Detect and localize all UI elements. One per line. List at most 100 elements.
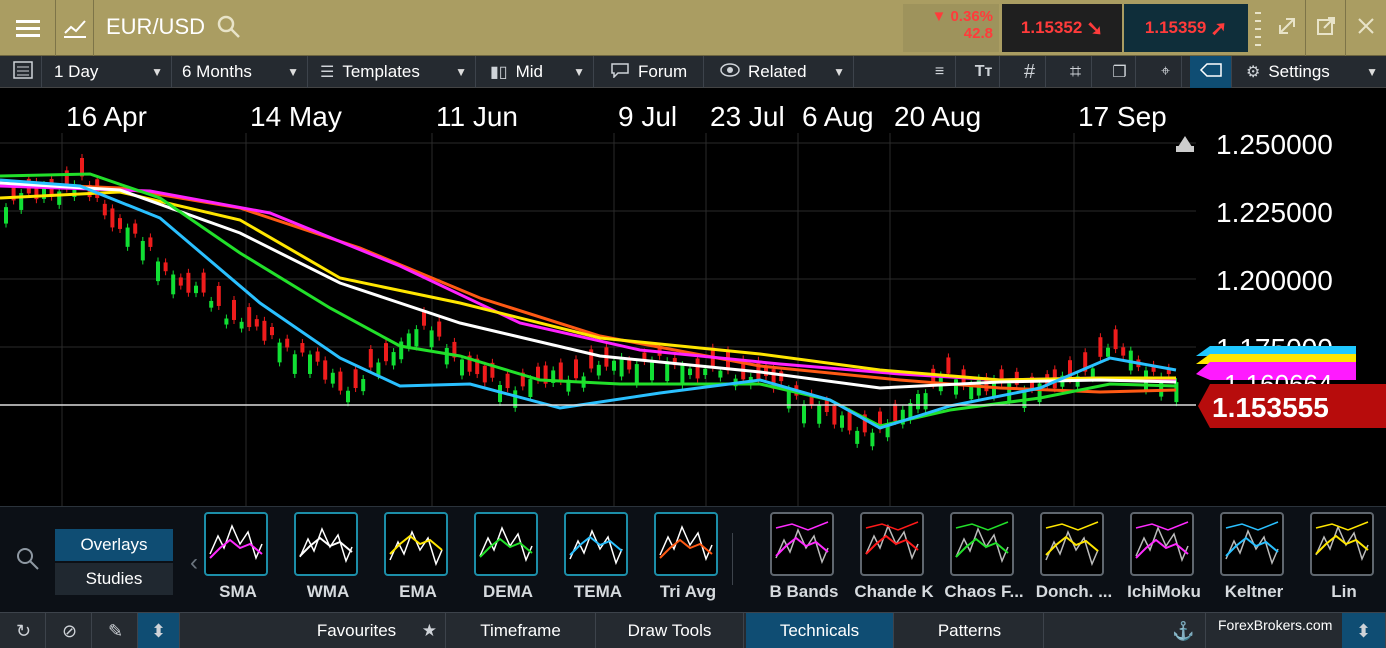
settings-select[interactable]: ⚙ Settings ▼ — [1236, 56, 1386, 88]
tab-draw-tools[interactable]: Draw Tools — [596, 613, 744, 648]
chart-toolbar: 1 Day ▼ 6 Months ▼ ☰ Templates ▼ ▮▯ Mid … — [0, 56, 1386, 88]
technicals-panel: Overlays Studies ‹ › SMAWMAEMADEMATEMATr… — [0, 506, 1386, 612]
indicator-item[interactable]: Tri Avg — [642, 512, 726, 602]
candle-body — [133, 223, 138, 234]
candle-body — [870, 432, 875, 447]
layers-button[interactable]: ❐ — [1104, 56, 1136, 88]
ma-magenta — [0, 184, 1177, 382]
refresh-button[interactable]: ↻ — [2, 613, 46, 648]
candle-body — [444, 347, 449, 365]
indicator-label: Keltner — [1224, 582, 1284, 601]
down-arrow-icon: ➘ — [1086, 17, 1104, 40]
candle-body — [270, 327, 274, 336]
price-chart[interactable]: 16 Apr 14 May 11 Jun 9 Jul 23 Jul 6 Aug 20 Aug… — [0, 88, 1386, 506]
sliders-icon: ☰ — [320, 64, 335, 81]
anchor-button[interactable]: ⚓ — [1162, 613, 1206, 648]
indicator-item[interactable]: EMA — [372, 512, 456, 602]
ma-cyan — [0, 178, 1177, 430]
date-label: 6 Aug — [802, 101, 874, 132]
bottom-bar: ↻ ⊘ ✎ ⬍ Favourites ★ Timeframe Draw Tool… — [0, 612, 1386, 648]
crosshair-grid-button[interactable]: ⌗ — [1060, 56, 1092, 88]
price-type-select[interactable]: ▮▯ Mid ▼ — [480, 56, 594, 88]
drag-handle[interactable] — [1250, 0, 1266, 56]
buy-price-button[interactable]: 1.15359 ➚ — [1124, 4, 1248, 52]
candle-body — [718, 370, 723, 378]
candle-body — [4, 207, 8, 224]
candle-body — [102, 203, 107, 216]
candle-body — [824, 400, 829, 413]
collapse-button[interactable]: ⬍ — [1342, 613, 1386, 648]
tab-timeframe[interactable]: Timeframe — [446, 613, 596, 648]
price-label: 1.225000 — [1216, 197, 1333, 228]
indicator-item[interactable]: B Bands — [758, 512, 842, 602]
indicator-item[interactable]: Lin — [1298, 512, 1382, 602]
trading-app: EUR/USD ▼ 0.36% 42.8 1.15352 ➘ 1.15359 ➚ — [0, 0, 1386, 648]
candle-body — [224, 318, 229, 325]
sell-price-button[interactable]: 1.15352 ➘ — [1002, 4, 1122, 52]
candle-body — [893, 403, 898, 422]
indicator-item[interactable]: IchiMoku — [1118, 512, 1202, 602]
grid-button[interactable]: # — [1014, 56, 1046, 88]
chart-grid — [0, 133, 1196, 506]
price-label: 1.200000 — [1216, 265, 1333, 296]
layout-button[interactable] — [4, 56, 42, 88]
refresh-icon: ↻ — [15, 620, 32, 641]
indicator-thumbnail — [294, 512, 358, 576]
range-select[interactable]: 6 Months ▼ — [174, 56, 308, 88]
chart-canvas[interactable]: 16 Apr 14 May 11 Jun 9 Jul 23 Jul 6 Aug 20 Aug… — [0, 88, 1386, 506]
popout-button[interactable] — [1306, 0, 1346, 56]
indicator-label: Chande K — [854, 582, 934, 601]
candle-body — [650, 360, 654, 381]
price-label: 1.250000 — [1216, 129, 1333, 160]
line-chart-icon — [63, 17, 87, 39]
indicator-item[interactable]: Chande K — [848, 512, 934, 602]
up-arrow-icon: ➚ — [1210, 17, 1228, 40]
related-select[interactable]: Related ▼ — [708, 56, 854, 88]
date-label: 11 Jun — [436, 101, 518, 132]
candle-body — [817, 404, 822, 424]
indicator-item[interactable]: Keltner — [1208, 512, 1292, 602]
text-size-button[interactable]: Tт — [968, 56, 1000, 88]
tab-studies[interactable]: Studies — [55, 563, 173, 595]
interval-select[interactable]: 1 Day ▼ — [46, 56, 172, 88]
templates-select[interactable]: ☰ Templates ▼ — [310, 56, 476, 88]
tab-technicals[interactable]: Technicals — [746, 613, 894, 648]
indicator-item[interactable]: Donch. ... — [1028, 512, 1112, 602]
indicator-item[interactable]: WMA — [282, 512, 366, 602]
indicator-item[interactable]: Chaos F... — [938, 512, 1024, 602]
search-icon[interactable] — [216, 14, 242, 45]
crosshair-button[interactable]: ⌖ — [1150, 56, 1182, 88]
indicator-item[interactable]: DEMA — [462, 512, 546, 602]
forum-button[interactable]: Forum — [598, 56, 704, 88]
menu-button[interactable] — [0, 0, 56, 56]
star-icon: ★ — [421, 621, 437, 640]
candle-body — [391, 352, 396, 366]
block-button[interactable]: ⊘ — [48, 613, 92, 648]
interval-value: 1 Day — [54, 62, 99, 81]
close-button[interactable] — [1346, 0, 1386, 56]
sort-button[interactable]: ⬍ — [138, 613, 180, 648]
watermark: ForexBrokers.com — [1218, 617, 1333, 633]
pencil-button[interactable]: ✎ — [94, 613, 138, 648]
candle-body — [201, 272, 206, 293]
tab-patterns[interactable]: Patterns — [896, 613, 1044, 648]
price-tag-button[interactable] — [1190, 56, 1232, 88]
top-bar: EUR/USD ▼ 0.36% 42.8 1.15352 ➘ 1.15359 ➚ — [0, 0, 1386, 56]
related-label: Related — [748, 62, 807, 81]
search-icon[interactable] — [16, 547, 40, 576]
tab-favourites[interactable]: Favourites ★ — [296, 613, 446, 648]
price-type-label: Mid — [515, 62, 544, 81]
indicator-thumbnail — [860, 512, 924, 576]
align-button[interactable]: ≡ — [924, 56, 956, 88]
candle-body — [209, 300, 214, 308]
grid-icon: # — [1023, 60, 1036, 83]
indicator-item[interactable]: TEMA — [552, 512, 636, 602]
chart-type-button[interactable] — [56, 0, 94, 56]
candle-body — [1106, 347, 1110, 357]
candle-body — [285, 338, 290, 348]
indicator-item[interactable]: SMA — [192, 512, 276, 602]
symbol-name[interactable]: EUR/USD — [106, 14, 205, 40]
tab-overlays[interactable]: Overlays — [55, 529, 173, 561]
candle-body — [368, 349, 373, 368]
expand-button[interactable] — [1268, 0, 1306, 56]
